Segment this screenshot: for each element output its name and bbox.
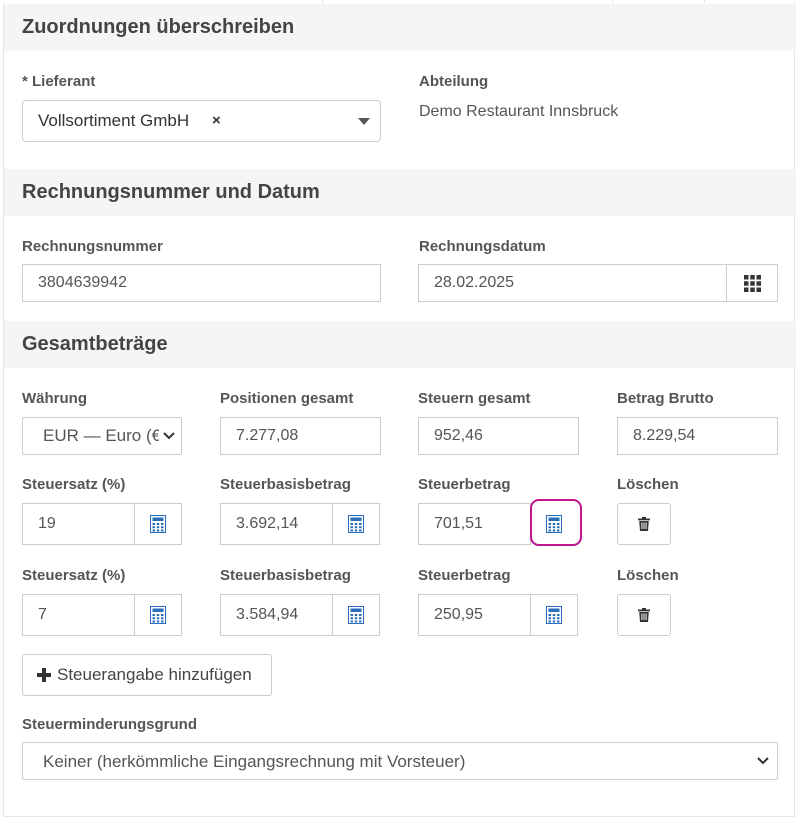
clear-icon[interactable]: × xyxy=(212,112,221,129)
tax-rate-input[interactable]: 19 xyxy=(22,503,135,545)
tax-amount-calculator-button[interactable] xyxy=(530,594,578,636)
add-tax-button[interactable]: Steuerangabe hinzufügen xyxy=(22,654,272,696)
gross-amount-label: Betrag Brutto xyxy=(617,390,714,407)
section-invoice-header: Rechnungsnummer und Datum xyxy=(4,169,796,216)
caret-down-icon[interactable] xyxy=(358,118,370,125)
positions-total-input[interactable]: 7.277,08 xyxy=(220,417,381,455)
currency-value: EUR — Euro (€ xyxy=(43,426,162,445)
delete-label: Löschen xyxy=(617,567,679,584)
chevron-down-icon xyxy=(159,428,175,448)
tax-base-input[interactable]: 3.692,14 xyxy=(220,503,333,545)
invoice-number-input[interactable]: 3804639942 xyxy=(22,264,381,302)
delete-label: Löschen xyxy=(617,476,679,493)
invoice-date-label: Rechnungsdatum xyxy=(419,238,546,255)
date-picker-button[interactable] xyxy=(726,264,778,302)
positions-total-label: Positionen gesamt xyxy=(220,390,354,407)
tax-base-calculator-button[interactable] xyxy=(332,503,380,545)
invoice-number-label: Rechnungsnummer xyxy=(22,238,163,255)
delete-tax-button[interactable] xyxy=(617,503,671,545)
gross-amount-input[interactable]: 8.229,54 xyxy=(617,417,778,455)
calculator-icon xyxy=(150,515,166,533)
trash-icon xyxy=(638,517,650,531)
calculator-icon xyxy=(348,606,364,624)
section-title: Rechnungsnummer und Datum xyxy=(22,181,320,203)
plus-icon xyxy=(37,668,51,682)
tax-reduction-select[interactable]: Keiner (herkömmliche Eingangsrechnung mi… xyxy=(22,742,778,780)
trash-icon xyxy=(638,608,650,622)
tax-rate-label: Steuersatz (%) xyxy=(22,476,126,493)
section-title: Gesamtbeträge xyxy=(22,333,168,355)
calculator-icon xyxy=(546,606,562,624)
tax-amount-label: Steuerbetrag xyxy=(418,476,511,493)
currency-label: Währung xyxy=(22,390,87,407)
section-title: Zuordnungen überschreiben xyxy=(22,16,295,38)
tax-rate-calculator-button[interactable] xyxy=(134,503,182,545)
tax-rate-input[interactable]: 7 xyxy=(22,594,135,636)
calculator-icon xyxy=(348,515,364,533)
tax-base-calculator-button[interactable] xyxy=(332,594,380,636)
tax-amount-label: Steuerbetrag xyxy=(418,567,511,584)
tax-reduction-label: Steuerminderungsgrund xyxy=(22,716,198,733)
taxes-total-input[interactable]: 952,46 xyxy=(418,417,579,455)
tax-amount-input[interactable]: 701,51 xyxy=(418,503,531,545)
currency-select[interactable]: EUR — Euro (€ xyxy=(22,417,182,455)
tax-base-label: Steuerbasisbetrag xyxy=(220,476,351,493)
section-assignments-header: Zuordnungen überschreiben xyxy=(4,4,796,51)
tax-base-input[interactable]: 3.584,94 xyxy=(220,594,333,636)
tax-rate-label: Steuersatz (%) xyxy=(22,567,126,584)
taxes-total-label: Steuern gesamt xyxy=(418,390,531,407)
calculator-icon xyxy=(150,606,166,624)
department-label: Abteilung xyxy=(419,73,489,90)
delete-tax-button[interactable] xyxy=(617,594,671,636)
calendar-grid-icon xyxy=(743,274,761,292)
supplier-select[interactable]: Vollsortiment GmbH × xyxy=(22,100,381,142)
tax-base-label: Steuerbasisbetrag xyxy=(220,567,351,584)
section-totals-header: Gesamtbeträge xyxy=(4,321,796,368)
supplier-value: Vollsortiment GmbH xyxy=(38,111,190,130)
tax-amount-input[interactable]: 250,95 xyxy=(418,594,531,636)
department-value: Demo Restaurant Innsbruck xyxy=(419,103,619,120)
tax-rate-calculator-button[interactable] xyxy=(134,594,182,636)
tax-reduction-value: Keiner (herkömmliche Eingangsrechnung mi… xyxy=(43,752,466,771)
supplier-label: * Lieferant xyxy=(22,73,96,90)
add-tax-button-label: Steuerangabe hinzufügen xyxy=(57,665,252,684)
focus-highlight xyxy=(530,499,582,546)
chevron-down-icon xyxy=(757,753,769,773)
invoice-date-input[interactable]: 28.02.2025 xyxy=(418,264,727,302)
